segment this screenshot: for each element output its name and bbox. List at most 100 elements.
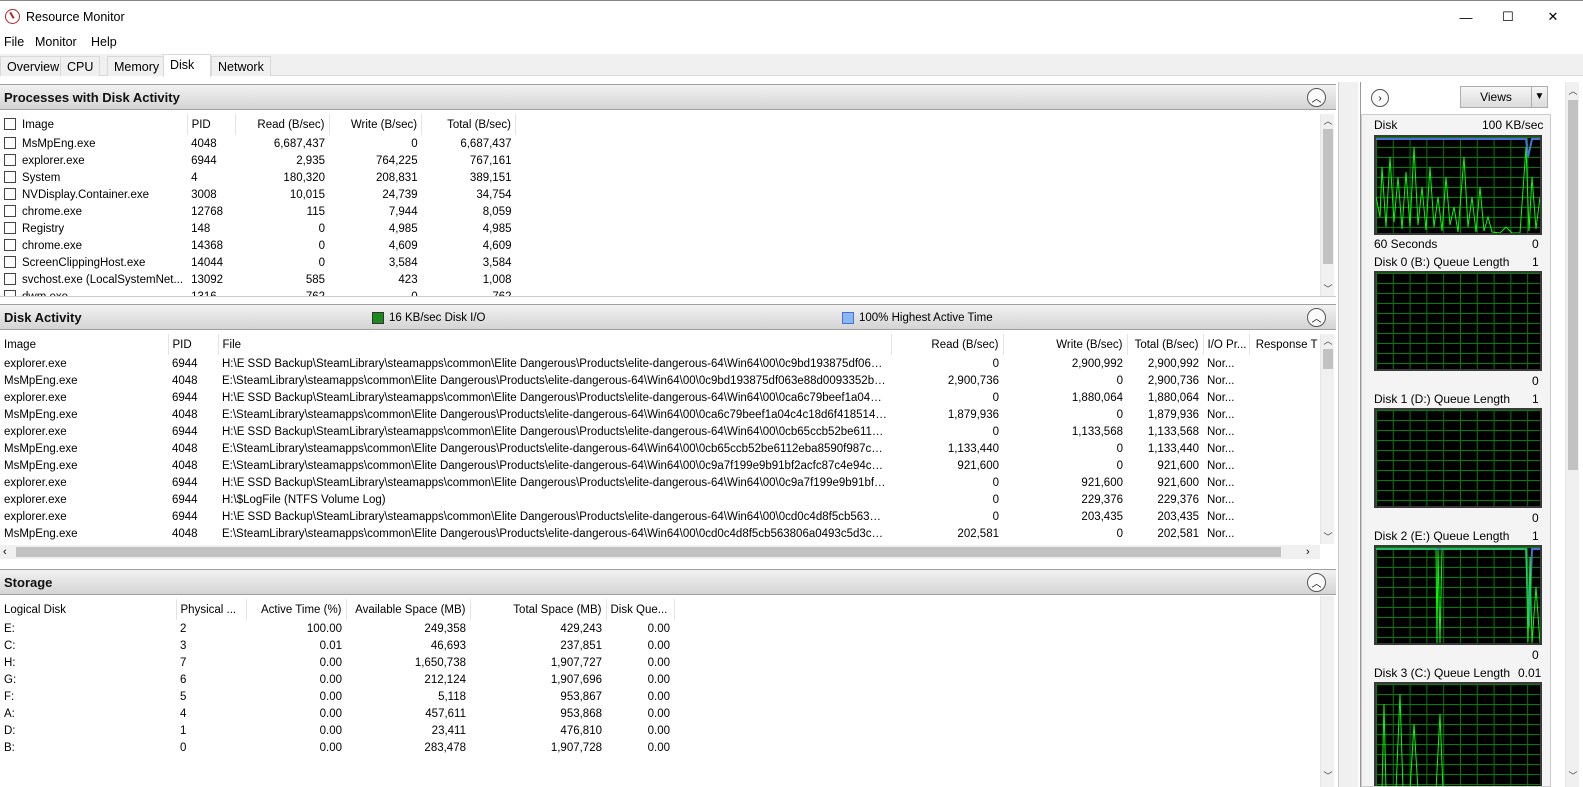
disk-activity-section-header[interactable]: Disk Activity 16 KB/sec Disk I/O 100% Hi… [0, 304, 1336, 330]
process-checkbox[interactable] [4, 154, 16, 166]
col-read[interactable]: Read (B/sec) [235, 114, 330, 135]
col-total-space[interactable]: Total Space (MB) [470, 599, 607, 620]
process-row[interactable]: MsMpEng.exe 4048 6,687,437 0 6,687,437 [0, 135, 516, 152]
col-pid[interactable]: PID [187, 114, 236, 135]
cell-available-space: 46,693 [430, 639, 466, 652]
disk-activity-row[interactable]: MsMpEng.exe 4048 E:\SteamLibrary\steamapps… [0, 457, 1322, 474]
col-response-time[interactable]: Response T [1249, 334, 1323, 355]
disk-activity-hscrollbar[interactable]: ‹ › [0, 545, 1320, 559]
col-file[interactable]: File [218, 334, 892, 355]
menu-help[interactable]: Help [91, 35, 117, 49]
scroll-right-icon[interactable]: › [1306, 545, 1310, 559]
process-row[interactable]: Registry 148 0 4,985 4,985 [0, 220, 516, 237]
col-image[interactable]: Image [0, 114, 188, 135]
storage-row[interactable]: H: 7 0.00 1,650,738 1,907,727 0.00 [0, 654, 674, 671]
tab-disk[interactable]: Disk [163, 54, 211, 77]
col-active-time[interactable]: Active Time (%) [246, 599, 347, 620]
disk-activity-row[interactable]: MsMpEng.exe 4048 E:\SteamLibrary\steamapps… [0, 440, 1322, 457]
col-read[interactable]: Read (B/sec) [891, 334, 1004, 355]
disk-activity-row[interactable]: MsMpEng.exe 4048 E:\SteamLibrary\steamapps… [0, 406, 1322, 423]
process-checkbox[interactable] [4, 239, 16, 251]
storage-row[interactable]: F: 5 0.00 5,118 953,867 0.00 [0, 688, 674, 705]
minimize-button[interactable]: — [1443, 1, 1489, 33]
scroll-down-icon[interactable]: ﹀ [1321, 530, 1335, 544]
collapse-disk-activity-button[interactable]: ︿ [1307, 308, 1326, 327]
process-row[interactable]: dwm.exe 1316 762 0 762 [0, 288, 516, 296]
process-checkbox[interactable] [4, 256, 16, 268]
scroll-thumb[interactable] [1323, 129, 1333, 264]
col-write[interactable]: Write (B/sec) [329, 114, 423, 135]
menu-file[interactable]: File [4, 35, 24, 49]
col-available-space[interactable]: Available Space (MB) [346, 599, 471, 620]
scroll-down-icon[interactable]: ﹀ [1321, 769, 1335, 783]
col-physical-disk[interactable]: Physical ... [176, 599, 247, 620]
col-total[interactable]: Total (B/sec) [421, 114, 516, 135]
col-image[interactable]: Image [0, 334, 169, 355]
scroll-up-icon[interactable]: ︿ [1566, 84, 1580, 98]
collapse-processes-button[interactable]: ︿ [1307, 88, 1326, 107]
disk-activity-row[interactable]: explorer.exe 6944 H:\E SSD Backup\SteamLib… [0, 474, 1322, 491]
scroll-thumb[interactable] [1568, 100, 1578, 470]
main-vscrollbar[interactable]: ﹀ [1320, 596, 1334, 787]
col-disk-queue[interactable]: Disk Que... [606, 599, 675, 620]
process-row[interactable]: chrome.exe 12768 115 7,944 8,059 [0, 203, 516, 220]
col-io-priority[interactable]: I/O Pr... [1203, 334, 1250, 355]
scroll-left-icon[interactable]: ‹ [3, 545, 7, 559]
process-row[interactable]: explorer.exe 6944 2,935 764,225 767,161 [0, 152, 516, 169]
collapse-storage-button[interactable]: ︿ [1307, 573, 1326, 592]
process-row[interactable]: chrome.exe 14368 0 4,609 4,609 [0, 237, 516, 254]
disk-activity-row[interactable]: explorer.exe 6944 H:\E SSD Backup\SteamLib… [0, 423, 1322, 440]
process-row[interactable]: NVDisplay.Container.exe 3008 10,015 24,739 3… [0, 186, 516, 203]
process-row[interactable]: svchost.exe (LocalSystemNet... 13092 585 42… [0, 271, 516, 288]
graphs-scrollbar[interactable]: ︿ ﹀ [1565, 82, 1579, 787]
disk-activity-row[interactable]: explorer.exe 6944 H:\E SSD Backup\SteamLib… [0, 508, 1322, 525]
process-row[interactable]: ScreenClippingHost.exe 14044 0 3,584 3,584 [0, 254, 516, 271]
storage-row[interactable]: E: 2 100.00 249,358 429,243 0.00 [0, 620, 674, 637]
disk-activity-row[interactable]: explorer.exe 6944 H:\E SSD Backup\SteamLib… [0, 355, 1322, 372]
tab-network[interactable]: Network [211, 56, 271, 76]
scroll-thumb[interactable] [1323, 349, 1333, 369]
select-all-checkbox[interactable] [4, 118, 16, 130]
disk-activity-row[interactable]: explorer.exe 6944 H:\$LogFile (NTFS Volume… [0, 491, 1322, 508]
storage-row[interactable]: G: 6 0.00 212,124 1,907,696 0.00 [0, 671, 674, 688]
col-total[interactable]: Total (B/sec) [1127, 334, 1204, 355]
close-button[interactable]: ✕ [1530, 1, 1576, 33]
processes-scrollbar[interactable]: ︿ ﹀ [1320, 114, 1334, 296]
maximize-button[interactable]: ☐ [1485, 1, 1531, 33]
col-logical-disk[interactable]: Logical Disk [0, 599, 177, 620]
scroll-up-icon[interactable]: ︿ [1321, 114, 1335, 128]
scroll-down-icon[interactable]: ﹀ [1566, 769, 1580, 783]
process-checkbox[interactable] [4, 188, 16, 200]
tab-cpu[interactable]: CPU [60, 56, 101, 76]
scroll-up-icon[interactable]: ︿ [1321, 334, 1335, 348]
col-write[interactable]: Write (B/sec) [1003, 334, 1128, 355]
disk-activity-row[interactable]: MsMpEng.exe 4048 E:\SteamLibrary\steamapps… [0, 372, 1322, 389]
storage-row[interactable]: B: 0 0.00 283,478 1,907,728 0.00 [0, 739, 674, 756]
process-checkbox[interactable] [4, 137, 16, 149]
disk-activity-row[interactable]: explorer.exe 6944 H:\E SSD Backup\SteamLib… [0, 389, 1322, 406]
tab-memory[interactable]: Memory [107, 56, 167, 76]
process-checkbox[interactable] [4, 171, 16, 183]
menu-monitor[interactable]: Monitor [35, 35, 77, 49]
process-checkbox[interactable] [4, 222, 16, 234]
views-button[interactable]: Views [1460, 86, 1532, 108]
disk-activity-row[interactable]: MsMpEng.exe 4048 E:\SteamLibrary\steamapps… [0, 525, 1322, 542]
disk-activity-vscrollbar[interactable]: ︿ ﹀ [1320, 334, 1334, 544]
tab-overview[interactable]: Overview [0, 56, 67, 76]
scroll-down-icon[interactable]: ﹀ [1321, 282, 1335, 296]
hscroll-thumb[interactable] [16, 547, 1281, 557]
expand-pane-icon[interactable]: › [1371, 89, 1389, 107]
views-dropdown-icon[interactable]: ▼ [1531, 86, 1548, 108]
pane-splitter[interactable] [1338, 82, 1358, 787]
process-checkbox[interactable] [4, 205, 16, 217]
storage-row[interactable]: D: 1 0.00 23,411 476,810 0.00 [0, 722, 674, 739]
process-checkbox[interactable] [4, 273, 16, 285]
process-checkbox[interactable] [4, 290, 16, 296]
process-row[interactable]: System 4 180,320 208,831 389,151 [0, 169, 516, 186]
storage-row[interactable]: A: 4 0.00 457,611 953,868 0.00 [0, 705, 674, 722]
storage-section-header[interactable]: Storage ︿ [0, 569, 1336, 595]
col-pid[interactable]: PID [168, 334, 219, 355]
cell-io-priority: Nor... [1207, 391, 1235, 404]
processes-section-header[interactable]: Processes with Disk Activity ︿ [0, 84, 1336, 110]
storage-row[interactable]: C: 3 0.01 46,693 237,851 0.00 [0, 637, 674, 654]
